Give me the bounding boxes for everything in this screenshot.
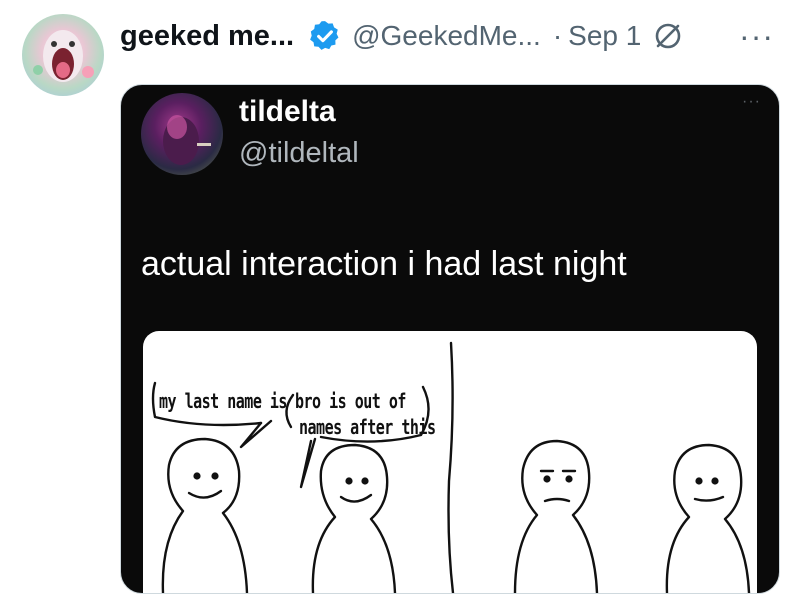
edited-post-icon[interactable] — [651, 19, 685, 53]
embedded-author-avatar — [141, 93, 223, 175]
avatar-art — [33, 30, 94, 82]
speech-bubble-2-line-2: names after this — [299, 415, 436, 440]
tweet-header: geeked me... @GeekedMe... · Sep 1 ··· — [120, 16, 780, 56]
author-display-name[interactable]: geeked me... — [120, 20, 294, 53]
embedded-more-icon: ··· — [742, 93, 761, 110]
author-avatar[interactable] — [22, 14, 104, 96]
speech-bubble-1: my last name is — [159, 389, 287, 414]
comic-panel: my last name is bro is out of names afte… — [143, 331, 757, 593]
embedded-author-handle: @tildeltal — [239, 137, 359, 169]
verified-badge-icon[interactable] — [308, 19, 342, 53]
post-date[interactable]: Sep 1 — [568, 20, 641, 52]
separator-dot: · — [552, 20, 563, 51]
author-handle[interactable]: @GeekedMe... — [352, 20, 541, 52]
post-media-image[interactable]: tildelta @tildeltal ··· actual interacti… — [120, 84, 780, 594]
comic-drawing — [151, 341, 751, 593]
embedded-tweet-text: actual interaction i had last night — [141, 245, 627, 283]
more-options-icon[interactable]: ··· — [739, 18, 774, 55]
embedded-author-name: tildelta — [239, 95, 336, 128]
speech-bubble-2-line-1: bro is out of — [295, 389, 406, 414]
